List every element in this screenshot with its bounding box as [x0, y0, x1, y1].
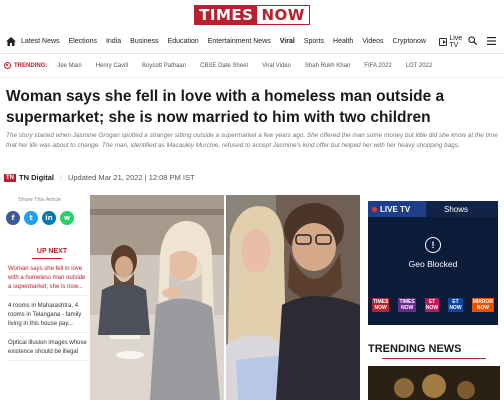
trending-item-lot-2022[interactable]: LOT 2022: [406, 63, 433, 69]
search-icon[interactable]: [468, 36, 478, 47]
live-tv-tab[interactable]: LIVE TV: [368, 201, 426, 217]
trending-news-underline: [382, 358, 486, 359]
nav-item-business[interactable]: Business: [130, 38, 158, 45]
trending-label: TRENDING:: [4, 62, 47, 69]
trending-news-thumbnail[interactable]: [368, 366, 500, 400]
nav-item-viral[interactable]: Viral: [280, 38, 295, 45]
exclamation-icon: !: [425, 237, 441, 253]
home-icon[interactable]: [4, 34, 17, 50]
trending-item-cbse-date-sheet[interactable]: CBSE Date Sheet: [200, 63, 248, 69]
channel-logo-line2: NOW: [400, 305, 414, 311]
nav-item-sports[interactable]: Sports: [304, 38, 324, 45]
article-photo-right[interactable]: [226, 195, 360, 400]
trending-item-shah-rukh-khan[interactable]: Shah Rukh Khan: [305, 63, 350, 69]
channel-logo[interactable]: MIRROR NOW: [471, 298, 494, 312]
trending-label-text: TRENDING:: [14, 62, 48, 69]
live-tv-title: LIVE TV: [380, 204, 411, 214]
up-next-item[interactable]: 4 rooms in Maharashtra, 4 rooms in Telan…: [8, 302, 88, 333]
nav-item-education[interactable]: Education: [168, 38, 199, 45]
up-next-item[interactable]: Optical illusion images whose existence …: [8, 339, 88, 361]
article-summary: The story started when Jasmine Grogan sp…: [6, 132, 498, 149]
twitter-icon[interactable]: t: [24, 211, 38, 225]
live-tv-widget[interactable]: LIVE TV Shows ! Geo Blocked TIMES NOW TIME…: [368, 201, 498, 325]
trending-icon: [4, 62, 11, 69]
live-tv-header: LIVE TV Shows: [368, 201, 498, 217]
channel-logo-line2: NOW: [374, 305, 387, 311]
channel-logos: TIMES NOW TIMES NOW ET NOW ET NOW MIRROR NOW: [372, 298, 494, 312]
up-next-title: UP NEXT: [36, 248, 68, 255]
main-nav: Latest News Elections India Business Educati…: [0, 30, 504, 54]
channel-logo[interactable]: ET NOW: [448, 298, 463, 312]
nav-icons: [468, 36, 500, 47]
trending-items: Jee Main Henry Cavill Boycott Pathaan CBSE …: [57, 63, 446, 69]
up-next-item[interactable]: Woman says she fell in love with a homel…: [8, 265, 88, 296]
live-tv-label: Live TV: [449, 34, 463, 49]
tv-icon: [439, 37, 448, 46]
nav-item-videos[interactable]: Videos: [362, 38, 383, 45]
channel-logo-line2: NOW: [425, 305, 439, 311]
whatsapp-icon[interactable]: w: [60, 211, 74, 225]
trending-item-boycott-pathaan[interactable]: Boycott Pathaan: [142, 63, 186, 69]
logo-part-now: NOW: [257, 6, 309, 24]
geo-blocked-message: ! Geo Blocked: [368, 237, 498, 269]
shows-tab[interactable]: Shows: [426, 201, 498, 217]
up-next-underline: [32, 258, 62, 259]
channel-logo[interactable]: ET NOW: [424, 298, 440, 312]
live-tv-link[interactable]: Live TV: [439, 35, 468, 49]
nav-item-latest-news[interactable]: Latest News: [21, 38, 60, 45]
trending-news-title: TRENDING NEWS: [368, 343, 462, 355]
trending-item-fifa-2022[interactable]: FIFA 2022: [364, 63, 391, 69]
shows-label: Shows: [444, 204, 469, 214]
byline: TN TN Digital | Updated Mar 21, 2022 | 1…: [4, 173, 195, 182]
author-name[interactable]: TN Digital: [19, 173, 54, 182]
channel-logo[interactable]: TIMES NOW: [372, 298, 390, 312]
channel-logo-line2: NOW: [449, 305, 462, 311]
logo-part-times: TIMES: [195, 6, 258, 24]
nav-item-health[interactable]: Health: [333, 38, 353, 45]
share-icons: f t in w: [6, 211, 74, 225]
nav-item-entertainment-news[interactable]: Entertainment News: [208, 38, 271, 45]
nav-item-india[interactable]: India: [106, 38, 121, 45]
trending-item-viral-video[interactable]: Viral Video: [262, 63, 291, 69]
nav-item-elections[interactable]: Elections: [69, 38, 97, 45]
nav-items: Latest News Elections India Business Educati…: [21, 38, 435, 45]
channel-logo-line2: NOW: [476, 305, 489, 311]
nav-item-cryptonow[interactable]: Cryptonow: [393, 38, 426, 45]
facebook-icon[interactable]: f: [6, 211, 20, 225]
logo-bar: TIMES NOW: [0, 0, 504, 30]
trending-item-jee-main[interactable]: Jee Main: [57, 63, 81, 69]
trending-bar: TRENDING: Jee Main Henry Cavill Boycott Pa…: [0, 54, 504, 78]
tn-badge: TN: [4, 173, 16, 182]
geo-blocked-text: Geo Blocked: [408, 259, 458, 269]
updated-time: Updated Mar 21, 2022 | 12:08 PM IST: [67, 173, 195, 182]
menu-icon[interactable]: [487, 36, 496, 47]
article-photo-left[interactable]: [90, 195, 224, 400]
up-next-panel: UP NEXT Woman says she fell in love with…: [8, 248, 88, 367]
trending-item-henry-cavill[interactable]: Henry Cavill: [96, 63, 128, 69]
times-now-logo[interactable]: TIMES NOW: [194, 5, 310, 25]
live-dot-icon: [372, 206, 377, 212]
share-label: Share This Article: [18, 197, 62, 203]
up-next-list: Woman says she fell in love with a homel…: [8, 265, 88, 361]
article-headline: Woman says she fell in love with a homel…: [6, 88, 445, 126]
channel-logo[interactable]: TIMES NOW: [398, 298, 416, 312]
linkedin-icon[interactable]: in: [42, 211, 56, 225]
byline-separator: |: [60, 173, 62, 182]
